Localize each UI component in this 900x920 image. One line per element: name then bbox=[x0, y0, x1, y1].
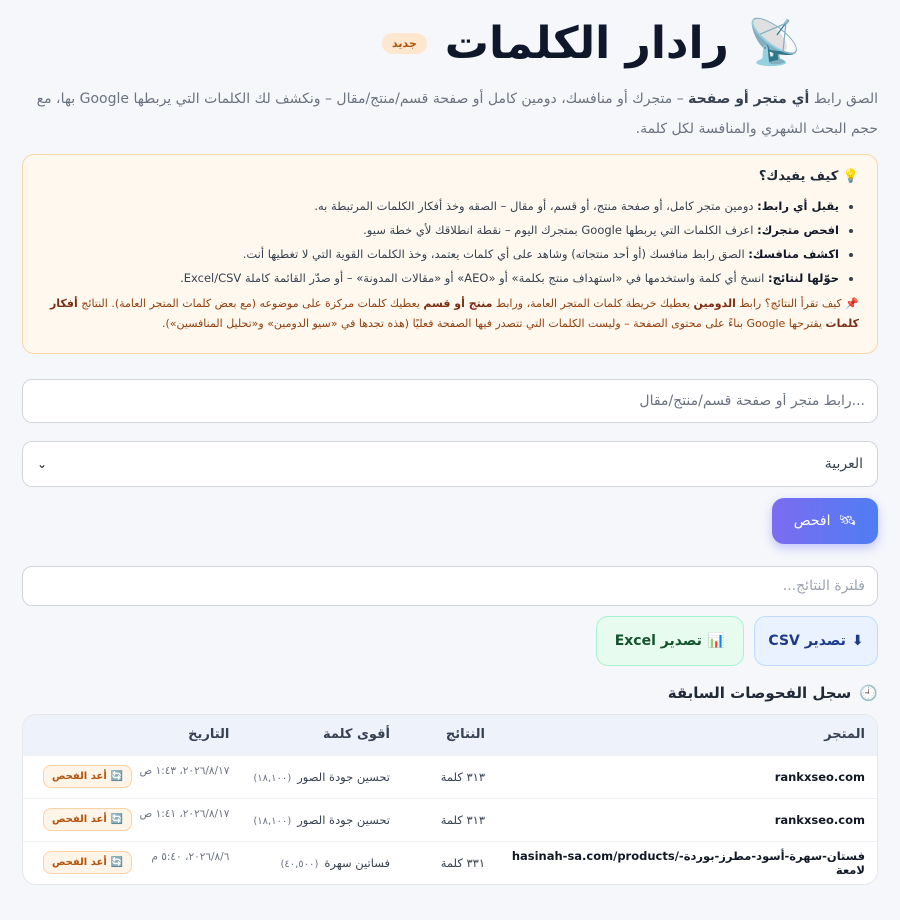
col-date: التاريخ bbox=[23, 715, 242, 755]
keyword-cell: فساتين سهرة (٤٠,٥٠٠) bbox=[241, 840, 402, 884]
rescan-label: أعد الفحص bbox=[52, 771, 107, 782]
clock-icon: 🕘 bbox=[859, 684, 878, 702]
results-cell: ٣١٣ كلمة bbox=[402, 754, 497, 798]
page-subtitle: الصق رابط أي متجر أو صفحة – متجرك أو منا… bbox=[22, 84, 878, 144]
info-item: يقبل أي رابط: دومين متجر كامل، أو صفحة م… bbox=[39, 194, 839, 218]
store-cell: hasinah-sa.com/products/فستان-سهرة-أسود-… bbox=[497, 840, 877, 884]
info-item-bold: يقبل أي رابط: bbox=[757, 199, 839, 213]
col-results: النتائج bbox=[402, 715, 497, 755]
history-table: المتجر النتائج أقوى كلمة التاريخ rankxse… bbox=[22, 714, 878, 885]
info-item-text: اعرف الكلمات التي يربطها Google بمتجرك ا… bbox=[363, 223, 758, 237]
date-text: ٢٠٢٦/٨/١٧، ١:٤١ ص bbox=[139, 808, 230, 820]
keyword-cell: تحسين جودة الصور (١٨,١٠٠) bbox=[241, 797, 402, 841]
table-row: rankxseo.com ٣١٣ كلمة تحسين جودة الصور (١… bbox=[23, 797, 877, 841]
table-header-row: المتجر النتائج أقوى كلمة التاريخ bbox=[23, 715, 877, 755]
date-cell: ٢٠٢٦/٨/١٧، ١:٤٣ ص 🔄 أعد الفحص bbox=[23, 754, 242, 798]
export-row: ⬇ تصدير CSV 📊 تصدير Excel bbox=[22, 616, 878, 666]
refresh-icon: 🔄 bbox=[110, 857, 124, 869]
col-keyword: أقوى كلمة bbox=[241, 715, 402, 755]
scan-label: افحص bbox=[793, 513, 831, 529]
rescan-button[interactable]: 🔄 أعد الفحص bbox=[43, 851, 133, 875]
export-excel-label: تصدير Excel bbox=[614, 633, 702, 649]
info-note: 📌 كيف تقرأ النتائج؟ رابط الدومين يعطيك خ… bbox=[39, 294, 859, 334]
keyword-text: تحسين جودة الصور bbox=[297, 812, 390, 827]
table-row: hasinah-sa.com/products/فستان-سهرة-أسود-… bbox=[23, 840, 877, 884]
results-cell: ٣٣١ كلمة bbox=[402, 840, 497, 884]
date-text: ٢٠٢٦/٨/١٧، ١:٤٣ ص bbox=[139, 765, 230, 777]
rescan-label: أعد الفحص bbox=[52, 857, 107, 869]
header: 📡 رادار الكلمات جديد bbox=[22, 0, 878, 86]
info-item-text: انسخ أي كلمة واستخدمها في «استهداف منتج … bbox=[180, 271, 769, 285]
download-icon: ⬇ bbox=[851, 633, 864, 649]
note-text: يعطيك كلمات مركزة على موضوعه (مع بعض كلم… bbox=[77, 297, 424, 310]
scan-row: 🛰 افحص bbox=[22, 498, 878, 544]
keyword-text: تحسين جودة الصور bbox=[297, 769, 390, 784]
keyword-volume: (٤٠,٥٠٠) bbox=[280, 858, 319, 870]
results-cell: ٣١٣ كلمة bbox=[402, 797, 497, 841]
refresh-icon: 🔄 bbox=[110, 771, 124, 782]
chevron-down-icon: ⌄ bbox=[37, 457, 48, 471]
info-item-bold: اكشف منافسك: bbox=[748, 247, 839, 261]
new-badge: جديد bbox=[382, 32, 427, 54]
satellite-dish-icon: 📡 bbox=[746, 17, 802, 68]
info-item-text: الصق رابط منافسك (أو أحد منتجاته) وشاهد … bbox=[242, 247, 749, 261]
info-item: حوّلها لنتائج: انسخ أي كلمة واستخدمها في… bbox=[39, 266, 839, 290]
store-cell: rankxseo.com bbox=[497, 797, 877, 841]
refresh-icon: 🔄 bbox=[110, 814, 124, 825]
title-wrap: 📡 رادار الكلمات جديد bbox=[382, 18, 802, 69]
history-title: 🕘 سجل الفحوصات السابقة bbox=[22, 684, 878, 702]
scan-button[interactable]: 🛰 افحص bbox=[772, 498, 878, 544]
info-item-text: دومين متجر كامل، أو صفحة منتج، أو قسم، أ… bbox=[314, 199, 758, 213]
date-cell: ٢٠٢٦/٨/٦، ٥:٤٠ م 🔄 أعد الفحص bbox=[23, 840, 242, 884]
info-item: اكشف منافسك: الصق رابط منافسك (أو أحد من… bbox=[39, 242, 839, 266]
export-csv-label: تصدير CSV bbox=[768, 633, 846, 649]
rescan-button[interactable]: 🔄 أعد الفحص bbox=[43, 808, 133, 831]
page: 📡 رادار الكلمات جديد الصق رابط أي متجر أ… bbox=[0, 0, 900, 920]
store-cell: rankxseo.com bbox=[497, 754, 877, 798]
export-excel-button[interactable]: 📊 تصدير Excel bbox=[596, 616, 744, 666]
keyword-volume: (١٨,١٠٠) bbox=[253, 815, 292, 827]
info-item: افحص متجرك: اعرف الكلمات التي يربطها Goo… bbox=[39, 218, 839, 242]
info-box: 💡 كيف يفيدك؟ يقبل أي رابط: دومين متجر كا… bbox=[22, 154, 878, 354]
info-title: 💡 كيف يفيدك؟ bbox=[758, 169, 859, 184]
note-text: يعطيك خريطة كلمات المتجر العامة، ورابط bbox=[492, 297, 694, 310]
url-input[interactable] bbox=[22, 379, 878, 423]
table-row: rankxseo.com ٣١٣ كلمة تحسين جودة الصور (١… bbox=[23, 754, 877, 798]
keyword-volume: (١٨,١٠٠) bbox=[253, 772, 292, 784]
page-title: رادار الكلمات bbox=[444, 17, 730, 69]
col-store: المتجر bbox=[497, 715, 877, 755]
filter-input[interactable] bbox=[22, 566, 878, 606]
history-title-text: سجل الفحوصات السابقة bbox=[667, 684, 852, 702]
chart-icon: 📊 bbox=[707, 633, 726, 649]
date-text: ٢٠٢٦/٨/٦، ٥:٤٠ م bbox=[151, 851, 230, 864]
rescan-button[interactable]: 🔄 أعد الفحص bbox=[43, 765, 133, 788]
note-text: 📌 كيف تقرأ النتائج؟ رابط bbox=[735, 297, 859, 310]
export-csv-button[interactable]: ⬇ تصدير CSV bbox=[754, 616, 878, 666]
subtitle-bold: أي متجر أو صفحة bbox=[688, 91, 810, 107]
note-text: يقترحها Google بناءً على محتوى الصفحة – … bbox=[161, 317, 826, 330]
subtitle-text-1: الصق رابط bbox=[809, 91, 878, 107]
note-bold: الدومين bbox=[693, 297, 736, 310]
keyword-cell: تحسين جودة الصور (١٨,١٠٠) bbox=[241, 754, 402, 798]
satellite-icon: 🛰 bbox=[838, 513, 857, 529]
info-list: يقبل أي رابط: دومين متجر كامل، أو صفحة م… bbox=[39, 194, 859, 290]
keyword-text: فساتين سهرة bbox=[324, 855, 390, 870]
rescan-label: أعد الفحص bbox=[52, 814, 107, 825]
info-item-bold: افحص متجرك: bbox=[757, 223, 839, 237]
note-bold: منتج أو قسم bbox=[423, 297, 493, 310]
info-item-bold: حوّلها لنتائج: bbox=[768, 271, 839, 285]
language-select[interactable]: العربية ⌄ bbox=[22, 441, 878, 487]
date-cell: ٢٠٢٦/٨/١٧، ١:٤١ ص 🔄 أعد الفحص bbox=[23, 797, 242, 841]
language-value: العربية bbox=[824, 456, 863, 472]
